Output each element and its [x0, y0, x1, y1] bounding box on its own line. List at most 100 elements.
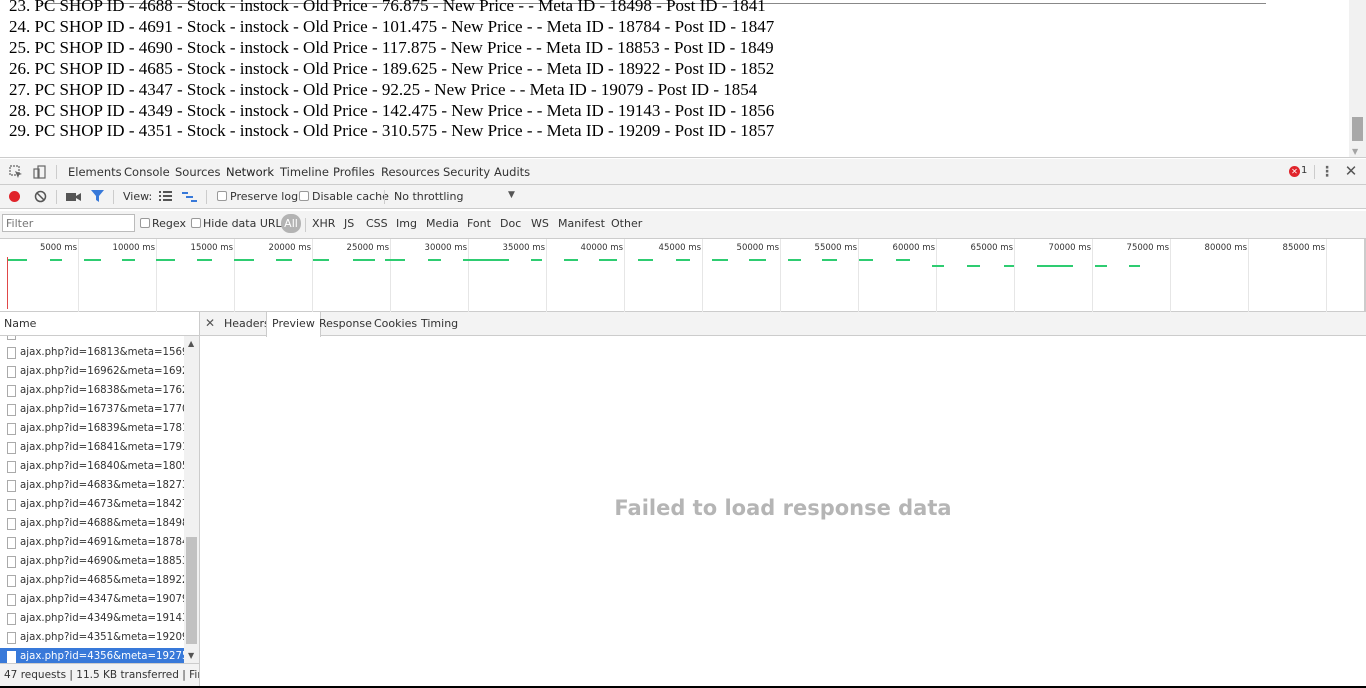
tab-profiles[interactable]: Profiles: [333, 165, 375, 179]
file-icon: [7, 651, 16, 663]
overview-gridline: [624, 239, 625, 312]
tab-timeline[interactable]: Timeline: [280, 165, 329, 179]
filter-input[interactable]: [2, 214, 135, 232]
more-options-icon[interactable]: ⋮: [1320, 164, 1334, 180]
waterfall-bar: [1037, 265, 1073, 267]
waterfall-bar: [8, 259, 27, 261]
disable-cache-label[interactable]: Disable cache: [312, 190, 389, 203]
tab-sources[interactable]: Sources: [175, 165, 221, 179]
scroll-down-arrow-icon[interactable]: ▼: [1352, 147, 1358, 156]
request-name: ajax.php?id=16840&meta=18056&i...: [20, 461, 184, 472]
request-row[interactable]: ajax.php?id=4685&meta=18922&i=...: [0, 572, 184, 591]
request-row[interactable]: ajax.php?id=4688&meta=18498&i=...: [0, 515, 184, 534]
regex-checkbox[interactable]: [140, 218, 150, 228]
type-filter-media[interactable]: Media: [426, 217, 459, 230]
request-list-scrollbar[interactable]: ▲ ▼: [184, 336, 199, 663]
request-detail-pane: ✕ Headers Preview Response Cookies Timin…: [200, 312, 1366, 686]
overview-tick-label: 65000 ms: [970, 243, 1013, 253]
tab-resources[interactable]: Resources: [381, 165, 440, 179]
waterfall-bar: [313, 259, 329, 261]
request-row[interactable]: ajax.php?id=4347&meta=19079&i=...: [0, 591, 184, 610]
output-lines: 23. PC SHOP ID - 4688 - Stock - instock …: [9, 0, 774, 142]
tab-network[interactable]: Network: [226, 165, 274, 179]
hide-data-urls-label[interactable]: Hide data URLs: [203, 217, 287, 230]
request-row[interactable]: ajax.php?id=16838&meta=17623&i...: [0, 382, 184, 401]
type-filter-js[interactable]: JS: [344, 217, 354, 230]
request-list-pane: Name ajax.php?id=16813&meta=15691&i... aj…: [0, 312, 200, 686]
request-row[interactable]: ajax.php?id=4351&meta=19209&i=...: [0, 629, 184, 648]
type-filter-css[interactable]: CSS: [366, 217, 388, 230]
waterfall-icon[interactable]: [181, 189, 197, 203]
inspect-element-icon[interactable]: [8, 164, 24, 180]
request-name: ajax.php?id=16962&meta=16922&i...: [20, 366, 184, 377]
request-row[interactable]: ajax.php?id=16737&meta=17701&i...: [0, 401, 184, 420]
network-overview[interactable]: 5000 ms 10000 ms 15000 ms 20000 ms 25000 ms 3…: [0, 239, 1366, 312]
record-icon[interactable]: [9, 191, 20, 202]
type-filter-other[interactable]: Other: [611, 217, 642, 230]
waterfall-bar: [822, 259, 837, 261]
clear-icon[interactable]: [33, 189, 47, 203]
preserve-log-checkbox[interactable]: [217, 191, 227, 201]
detail-tab-timing[interactable]: Timing: [416, 312, 463, 336]
page-scrollbar[interactable]: ▼: [1349, 0, 1366, 157]
detail-tab-cookies[interactable]: Cookies: [369, 312, 422, 336]
request-row[interactable]: ajax.php?id=16813&meta=15691&i...: [0, 344, 184, 363]
file-icon: [7, 632, 16, 644]
scroll-up-arrow-icon[interactable]: ▲: [188, 339, 194, 348]
tab-audits[interactable]: Audits: [494, 165, 530, 179]
close-detail-icon[interactable]: ✕: [205, 316, 215, 330]
preserve-log-label[interactable]: Preserve log: [230, 190, 298, 203]
throttling-select[interactable]: No throttling ▼: [392, 188, 520, 206]
type-filter-font[interactable]: Font: [467, 217, 491, 230]
page-content: 23. PC SHOP ID - 4688 - Stock - instock …: [0, 0, 1366, 158]
tab-console[interactable]: Console: [124, 165, 170, 179]
filter-icon[interactable]: [89, 189, 105, 203]
request-name: ajax.php?id=4685&meta=18922&i=...: [20, 575, 184, 586]
request-row[interactable]: ajax.php?id=16962&meta=16922&i...: [0, 363, 184, 382]
error-icon[interactable]: ✕: [1289, 166, 1300, 177]
scroll-down-arrow-icon[interactable]: ▼: [188, 651, 194, 660]
dropdown-arrow-icon: ▼: [508, 190, 515, 200]
request-list-scrollbar-thumb[interactable]: [186, 537, 197, 644]
type-filter-doc[interactable]: Doc: [500, 217, 521, 230]
close-icon[interactable]: ✕: [1343, 162, 1359, 180]
request-row-partial[interactable]: [0, 336, 184, 344]
waterfall-bar: [967, 265, 980, 267]
error-count[interactable]: 1: [1301, 165, 1307, 176]
type-filter-all[interactable]: All: [281, 214, 301, 233]
waterfall-bar: [156, 259, 175, 261]
separator: [1314, 165, 1315, 179]
overview-tick-label: 5000 ms: [39, 243, 77, 253]
waterfall-bar: [197, 259, 212, 261]
request-row[interactable]: ajax.php?id=4673&meta=18427&i=...: [0, 496, 184, 515]
type-filter-manifest[interactable]: Manifest: [558, 217, 605, 230]
page-scrollbar-thumb[interactable]: [1352, 117, 1363, 141]
type-filter-ws[interactable]: WS: [531, 217, 549, 230]
waterfall-bar: [84, 259, 101, 261]
overview-tick-label: 30000 ms: [424, 243, 467, 253]
detail-tab-response[interactable]: Response: [314, 312, 377, 336]
large-rows-icon[interactable]: [157, 189, 173, 203]
camera-icon[interactable]: [65, 189, 81, 203]
detail-tab-preview[interactable]: Preview: [266, 312, 321, 337]
request-row[interactable]: ajax.php?id=4691&meta=18784&i=...: [0, 534, 184, 553]
request-row[interactable]: ajax.php?id=16841&meta=17914&i...: [0, 439, 184, 458]
tab-security[interactable]: Security: [443, 165, 490, 179]
disable-cache-checkbox[interactable]: [299, 191, 309, 201]
tab-elements[interactable]: Elements: [68, 165, 122, 179]
request-row[interactable]: ajax.php?id=4683&meta=18273&i=...: [0, 477, 184, 496]
name-column-header[interactable]: Name: [0, 312, 199, 336]
type-filter-img[interactable]: Img: [396, 217, 417, 230]
device-mode-icon[interactable]: [31, 164, 47, 180]
request-row-selected[interactable]: ajax.php?id=4356&meta=19275&i=...: [0, 648, 184, 663]
waterfall-bar: [234, 259, 254, 261]
type-filter-xhr[interactable]: XHR: [312, 217, 335, 230]
request-row[interactable]: ajax.php?id=16839&meta=17816&i...: [0, 420, 184, 439]
request-row[interactable]: ajax.php?id=16840&meta=18056&i...: [0, 458, 184, 477]
request-row[interactable]: ajax.php?id=4349&meta=19143&i=...: [0, 610, 184, 629]
request-row[interactable]: ajax.php?id=4690&meta=18853&i=...: [0, 553, 184, 572]
hide-data-urls-checkbox[interactable]: [191, 218, 201, 228]
regex-label[interactable]: Regex: [152, 217, 186, 230]
overview-cursor[interactable]: [7, 257, 8, 309]
waterfall-bar: [564, 259, 578, 261]
